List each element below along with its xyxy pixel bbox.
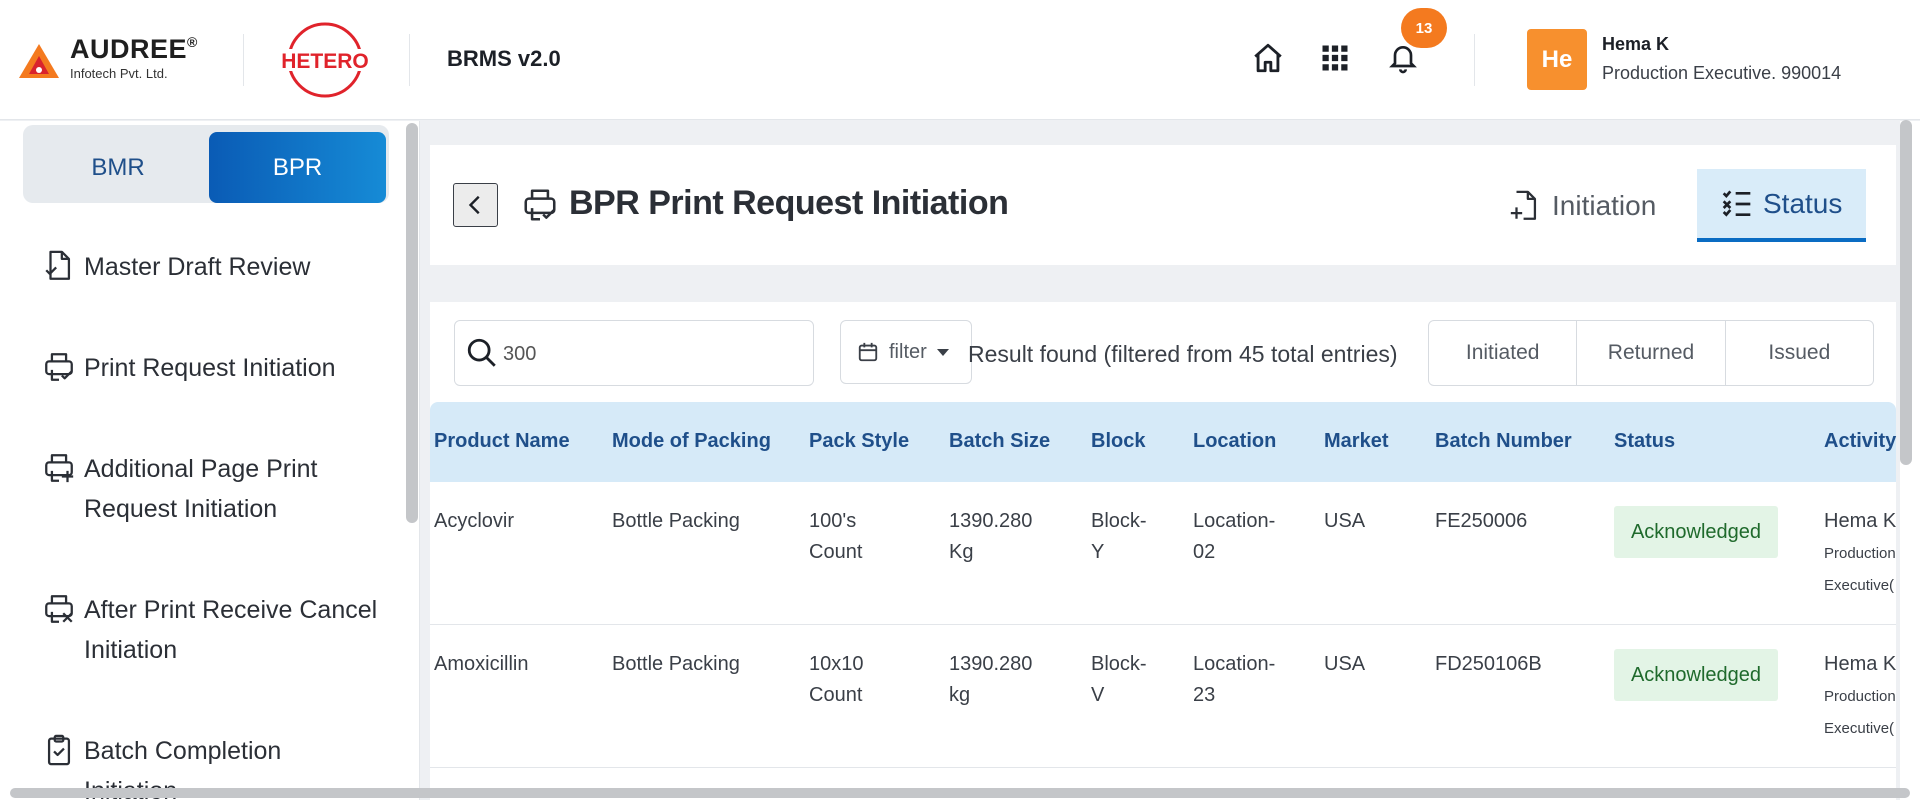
calendar-icon [858,342,878,362]
sidebar-border [419,121,420,800]
tab-status[interactable]: Status [1697,169,1866,242]
cell-location: Location- 02 [1193,510,1276,563]
tab-initiation[interactable]: Initiation [1508,169,1676,242]
chevron-left-icon [468,195,480,215]
notification-badge: 13 [1401,8,1447,48]
tab-label: Initiation [1552,189,1657,221]
search-field[interactable] [454,320,814,386]
column-header-status[interactable]: Status [1614,430,1675,453]
column-header-location[interactable]: Location [1193,430,1276,453]
svg-text:HETERO: HETERO [281,50,369,73]
sidebar-item-additional-page-print[interactable]: Additional Page Print Request Initiation [42,449,382,529]
activity-user: Hema K [1824,510,1897,532]
cell-mode-of-packing: Bottle Packing [612,653,740,675]
brand-subtitle: Infotech Pvt. Ltd. [70,66,168,81]
sidebar-item-after-print-receive-cancel[interactable]: After Print Receive Cancel Initiation [42,590,382,670]
apps-grid-icon[interactable] [1315,38,1355,78]
checklist-icon [1722,189,1751,217]
column-header-batch-number[interactable]: Batch Number [1435,430,1572,453]
chevron-down-icon [936,348,949,356]
sidebar-item-label: Print Request Initiation [84,354,336,382]
top-header: AUDREE® Infotech Pvt. Ltd. HETERO BRMS v… [0,0,1920,120]
home-icon[interactable] [1248,38,1288,78]
toggle-bpr[interactable]: BPR [209,132,386,203]
cell-mode-of-packing: Bottle Packing [612,510,740,532]
sidebar-scrollbar[interactable] [406,123,418,523]
sidebar-item-label: After Print Receive Cancel Initiation [84,596,378,664]
avatar[interactable]: He [1527,29,1587,90]
printer-plus-icon [45,454,74,483]
activity-role: Production Executive( [1824,688,1896,737]
cell-product-name: Amoxicillin [434,653,529,675]
printer-check-icon [45,353,73,381]
cell-block: Block- Y [1091,510,1147,563]
sidebar-item-master-draft-review[interactable]: Master Draft Review [42,247,382,287]
cell-market: USA [1324,653,1366,675]
printer-x-icon [45,595,73,623]
cell-batch-size: 1390.280 kg [949,653,1033,706]
audree-logo-icon [19,44,59,78]
back-button[interactable] [453,183,498,227]
user-name[interactable]: Hema K [1602,34,1669,55]
column-header-market[interactable]: Market [1324,430,1388,453]
column-header-batch-size[interactable]: Batch Size [949,430,1050,453]
sidebar-item-label: Master Draft Review [84,253,311,281]
column-header-product-name[interactable]: Product Name [434,430,570,453]
filter-issued[interactable]: Issued [1726,321,1873,385]
horizontal-scrollbar[interactable] [10,788,1910,798]
activity-user: Hema K [1824,653,1897,675]
toggle-bmr[interactable]: BMR [30,132,206,203]
cell-pack-style: 10x10 Count [809,653,864,706]
clipboard-check-icon [47,734,71,766]
cell-batch-number: FD250106B [1435,653,1542,675]
search-icon [467,338,496,367]
cell-block: Block- V [1091,653,1147,706]
app-title: BRMS v2.0 [447,46,561,71]
activity-role: Production Executive( [1824,545,1896,594]
header-divider [1474,34,1475,86]
tab-label: Status [1763,187,1843,219]
column-header-block[interactable]: Block [1091,430,1145,453]
status-badge: Acknowledged [1614,506,1778,558]
document-plus-icon [1510,190,1537,220]
filter-initiated[interactable]: Initiated [1429,321,1578,385]
result-count-text: Result found (filtered from 45 total ent… [968,341,1398,367]
brand-name: AUDREE® [70,34,198,64]
filter-label: filter [889,340,927,363]
header-divider [243,34,244,86]
column-header-mode-of-packing[interactable]: Mode of Packing [612,430,771,453]
search-input[interactable] [503,337,793,371]
audree-logo[interactable]: AUDREE® Infotech Pvt. Ltd. [18,34,203,86]
sidebar-item-print-request-initiation[interactable]: Print Request Initiation [42,348,382,388]
cell-product-name: Acyclovir [434,510,515,532]
module-toggle: BMR BPR [23,125,389,203]
column-header-pack-style[interactable]: Pack Style [809,430,909,453]
printer-check-icon [524,189,556,221]
user-role: Production Executive. 990014 [1602,63,1842,83]
sidebar-item-label: Additional Page Print Request Initiation [84,455,318,523]
header-divider [409,34,410,86]
sidebar: BMR BPR Master Draft Review Print Reques… [0,121,420,800]
vertical-scrollbar[interactable] [1900,120,1912,465]
filter-button[interactable]: filter [840,320,972,384]
page-title: BPR Print Request Initiation [569,184,1009,222]
cell-batch-number: FE250006 [1435,510,1528,532]
status-badge: Acknowledged [1614,649,1778,701]
cell-pack-style: 100's Count [809,510,863,563]
cell-market: USA [1324,510,1366,532]
cell-location: Location- 23 [1193,653,1276,706]
filter-returned[interactable]: Returned [1577,321,1726,385]
cell-batch-size: 1390.280 Kg [949,510,1033,563]
status-filter-group: Initiated Returned Issued [1428,320,1874,386]
document-check-icon [45,250,71,280]
hetero-logo: HETERO [276,20,374,100]
column-header-activity[interactable]: Activity [1824,430,1896,453]
